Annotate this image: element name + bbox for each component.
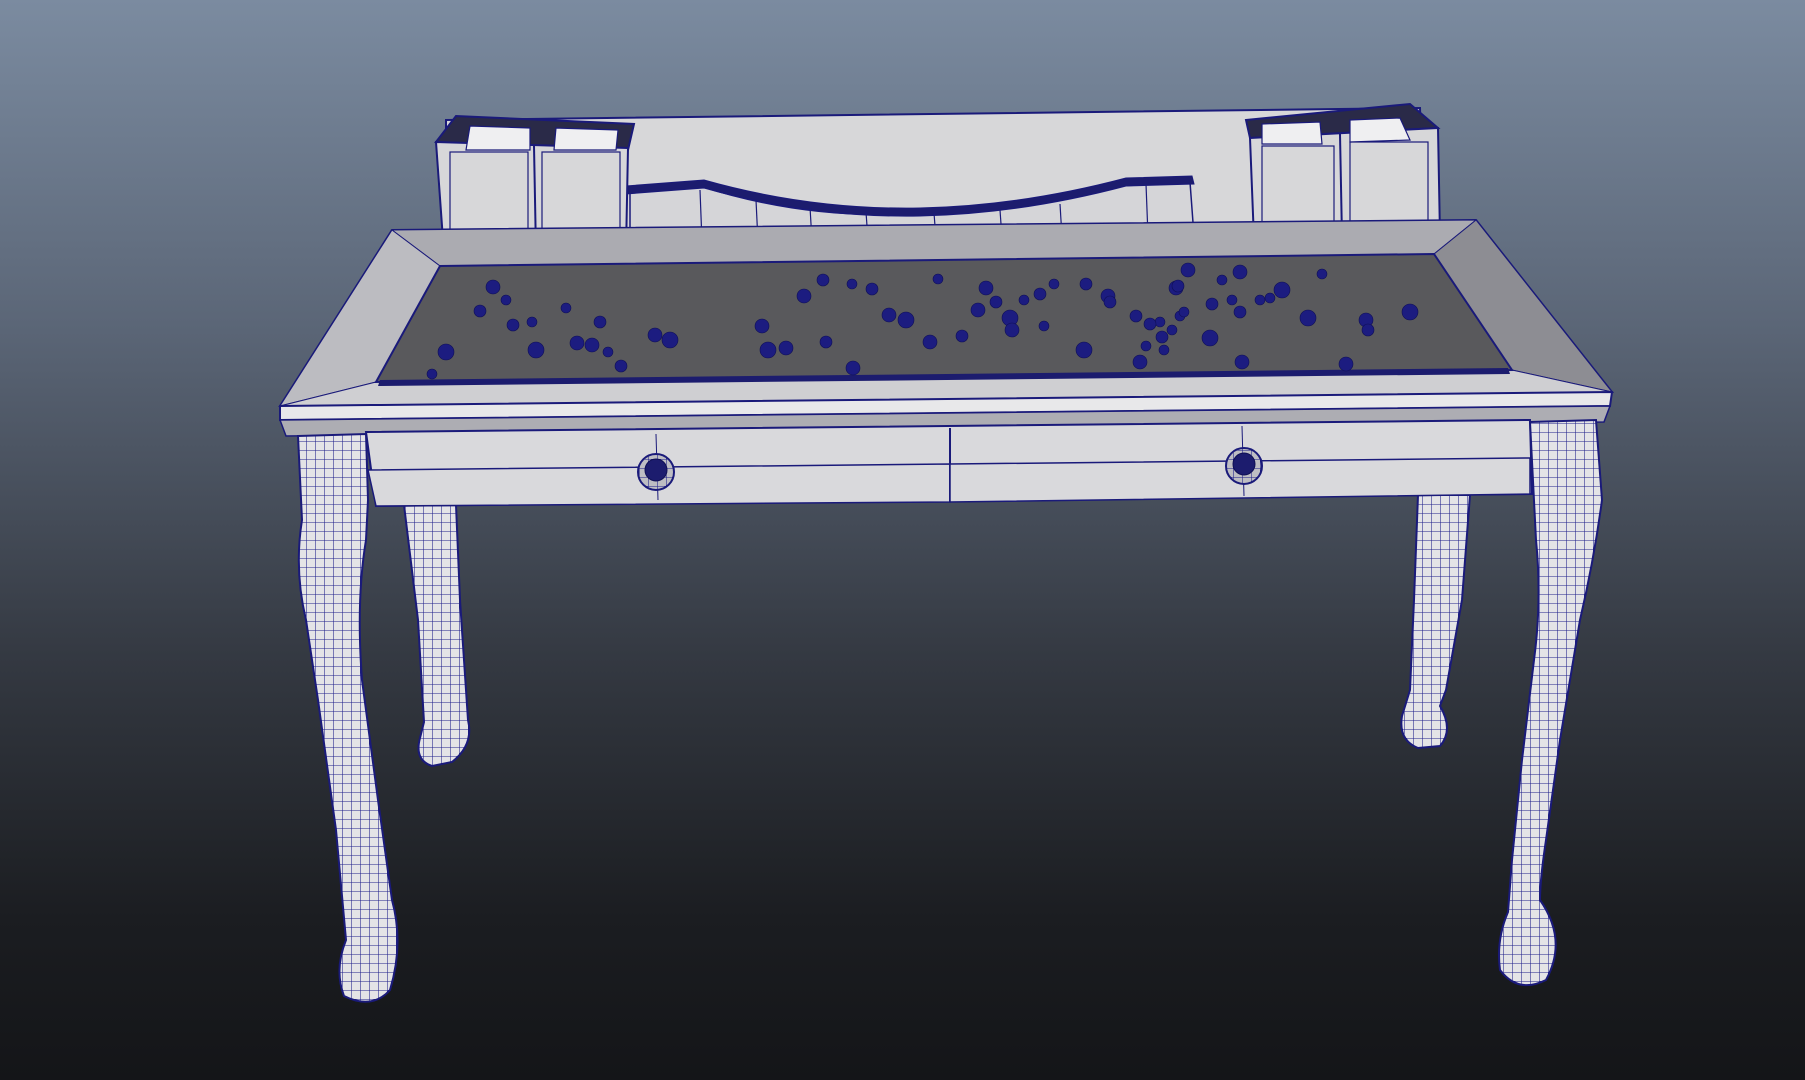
- back-right-cabriole-leg[interactable]: [1400, 494, 1472, 750]
- front-left-cabriole-leg[interactable]: [296, 432, 399, 1003]
- scene-canvas[interactable]: [0, 0, 1805, 1080]
- 3d-viewport[interactable]: [0, 0, 1805, 1080]
- right-drawer-knob[interactable]: [1225, 447, 1263, 485]
- front-right-cabriole-leg[interactable]: [1498, 418, 1604, 987]
- left-drawer-knob[interactable]: [637, 453, 675, 491]
- back-left-cabriole-leg[interactable]: [402, 504, 471, 768]
